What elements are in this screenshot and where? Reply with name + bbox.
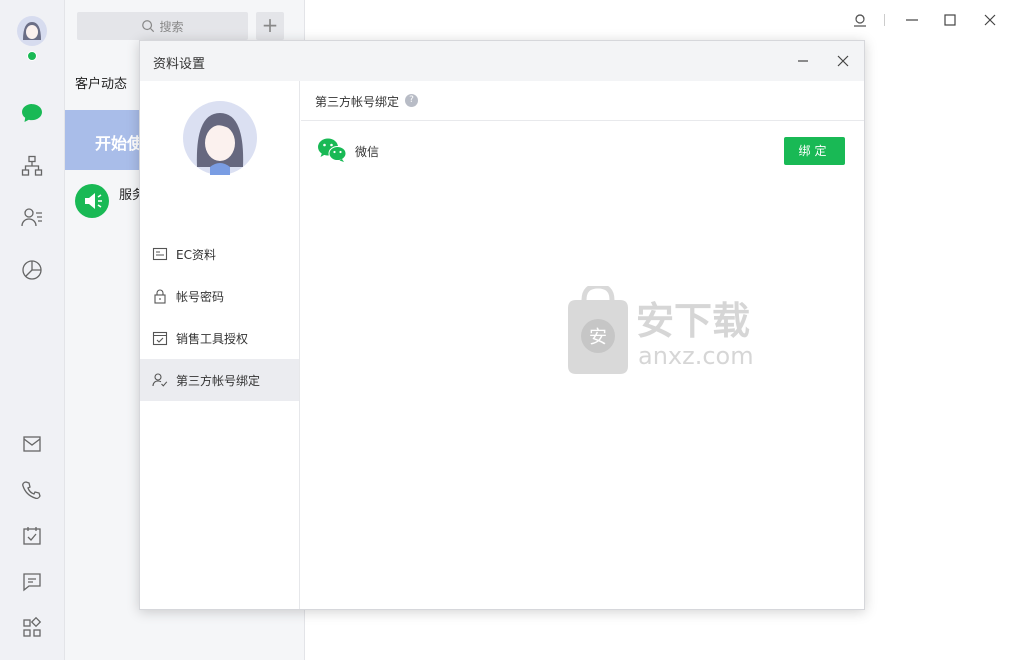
search-placeholder: 搜索 — [159, 19, 184, 34]
banner-text: 开始使 — [95, 134, 144, 153]
user-check-icon — [152, 373, 168, 387]
window-control-divider — [884, 14, 885, 26]
lock-icon — [154, 289, 166, 304]
maximize-window-button[interactable] — [940, 10, 960, 30]
dialog-minimize-button[interactable] — [793, 51, 813, 71]
card-icon — [152, 247, 168, 261]
message-icon[interactable] — [20, 570, 44, 594]
watermark-logo: 安 安下载 anxz.com — [558, 283, 778, 376]
chat-icon[interactable] — [20, 101, 44, 125]
menu-sales-tool-auth[interactable]: 销售工具授权 — [140, 317, 299, 359]
check-calendar-icon — [152, 331, 168, 346]
menu-third-party-binding-label: 第三方帐号绑定 — [176, 373, 261, 388]
contacts-icon[interactable] — [20, 205, 44, 229]
bind-wechat-button[interactable]: 绑定 — [784, 137, 845, 165]
wechat-binding-row: 微信 绑定 — [317, 137, 845, 167]
mail-icon[interactable] — [20, 432, 44, 456]
watermark-en-text: anxz.com — [638, 342, 754, 370]
menu-third-party-binding[interactable]: 第三方帐号绑定 — [140, 359, 299, 401]
dialog-title: 资料设置 — [153, 57, 206, 72]
org-icon[interactable] — [20, 154, 44, 178]
stats-icon[interactable] — [20, 258, 44, 282]
help-icon[interactable]: ? — [405, 94, 419, 107]
online-status-dot — [27, 51, 37, 61]
menu-ec-profile[interactable]: EC资料 — [140, 233, 299, 275]
dialog-close-button[interactable] — [833, 51, 853, 71]
settings-content: 第三方帐号绑定 ? 微信 绑定 安 安下载 anxz.com — [301, 81, 864, 609]
menu-account-password[interactable]: 帐号密码 — [140, 275, 299, 317]
profile-avatar[interactable] — [183, 101, 257, 175]
phone-icon[interactable] — [20, 479, 44, 503]
search-input[interactable]: 搜索 — [77, 12, 248, 40]
section-title: 第三方帐号绑定 — [315, 95, 400, 109]
nav-rail — [0, 0, 65, 660]
add-button[interactable]: + — [256, 12, 284, 40]
user-avatar[interactable] — [17, 16, 47, 46]
support-icon[interactable] — [850, 10, 870, 30]
minimize-window-button[interactable] — [902, 10, 922, 30]
menu-account-password-label: 帐号密码 — [176, 289, 225, 304]
search-icon — [142, 20, 155, 33]
wechat-label: 微信 — [355, 145, 380, 159]
close-window-button[interactable] — [980, 10, 1000, 30]
dialog-header: 资料设置 — [140, 41, 864, 81]
menu-sales-tool-auth-label: 销售工具授权 — [176, 331, 249, 346]
profile-settings-dialog: 资料设置 EC资料 帐号密码 销售工具授权 第三方帐号绑定 第三方帐号绑定 ? … — [139, 40, 865, 610]
apps-icon[interactable] — [20, 616, 44, 640]
speaker-icon — [75, 184, 109, 218]
customer-feed-title: 客户动态 — [75, 77, 128, 92]
section-header: 第三方帐号绑定 ? — [301, 81, 864, 121]
menu-ec-profile-label: EC资料 — [176, 247, 216, 262]
task-icon[interactable] — [20, 524, 44, 548]
watermark-cn-text: 安下载 — [636, 299, 750, 343]
watermark-logo-char: 安 — [589, 327, 607, 348]
wechat-icon — [317, 137, 347, 163]
avatar-icon — [17, 16, 47, 46]
settings-sidebar: EC资料 帐号密码 销售工具授权 第三方帐号绑定 — [140, 81, 300, 609]
